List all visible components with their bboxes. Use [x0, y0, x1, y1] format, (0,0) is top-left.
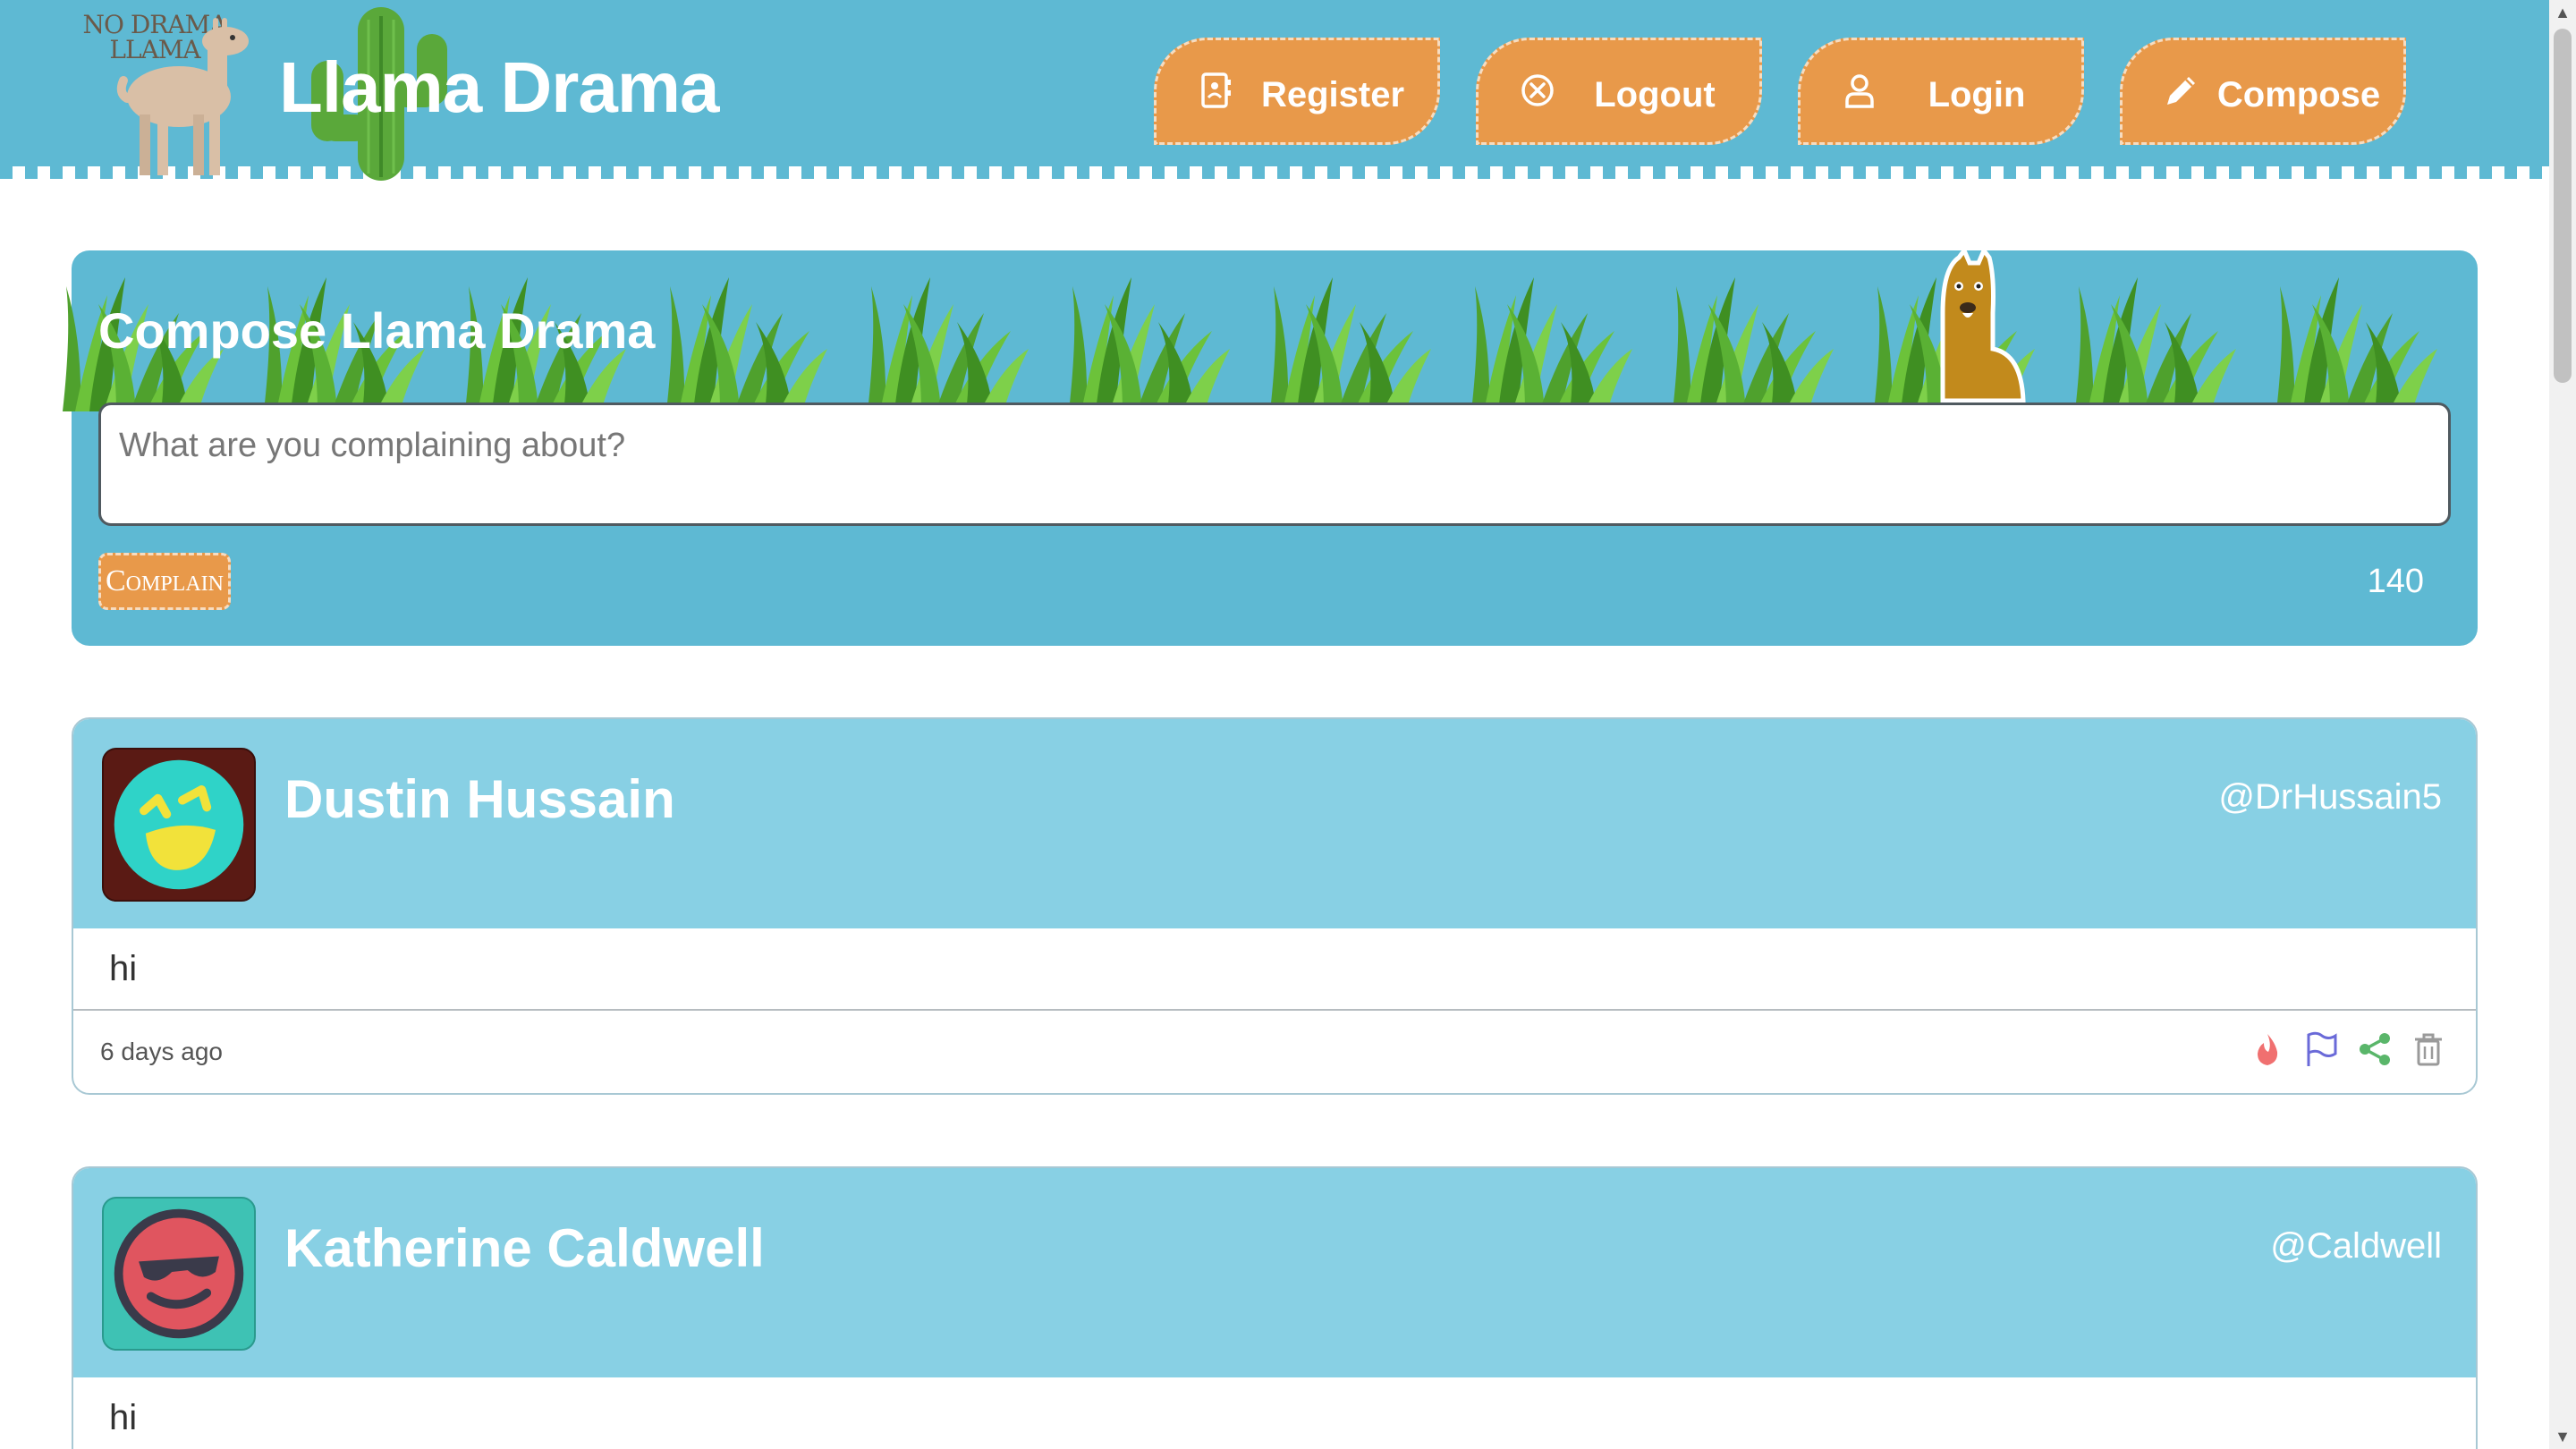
author-handle[interactable]: @DrHussain5 — [2218, 775, 2442, 819]
post-divider — [73, 1009, 2476, 1011]
register-button[interactable]: Register — [1154, 38, 1440, 145]
scrollbar[interactable]: ▲ ▼ — [2549, 0, 2576, 1449]
register-label: Register — [1260, 75, 1405, 114]
laughing-face-icon — [114, 759, 244, 890]
flag-icon[interactable] — [2302, 1030, 2340, 1068]
avatar[interactable] — [102, 1197, 256, 1351]
sunglasses-face-icon — [114, 1208, 244, 1339]
post-card: Katherine Caldwell @Caldwell hi — [72, 1166, 2478, 1449]
post-text: hi — [109, 949, 138, 988]
post-text: hi — [109, 1398, 138, 1437]
login-button[interactable]: Login — [1798, 38, 2084, 145]
complain-button[interactable]: Complain — [98, 553, 231, 610]
trash-icon[interactable] — [2410, 1030, 2447, 1068]
login-label: Login — [1928, 75, 2026, 114]
logout-button[interactable]: Logout — [1476, 38, 1762, 145]
page: NO DRAMA LLAMA Llama Drama Register Logo… — [0, 0, 2549, 1449]
scroll-up-arrow-icon[interactable]: ▲ — [2549, 0, 2576, 25]
close-circle-icon — [1521, 74, 1554, 106]
compose-title: Compose Llama Drama — [98, 302, 656, 359]
fire-icon[interactable] — [2249, 1030, 2286, 1068]
complaint-input[interactable] — [98, 402, 2451, 526]
scroll-down-arrow-icon[interactable]: ▼ — [2549, 1424, 2576, 1449]
scrollbar-thumb[interactable] — [2554, 29, 2572, 383]
pencil-icon — [2167, 77, 2195, 105]
compose-button[interactable]: Compose — [2120, 38, 2406, 145]
author-handle[interactable]: @Caldwell — [2270, 1224, 2442, 1268]
post-actions — [2249, 1030, 2447, 1068]
llama-logo-icon — [116, 18, 249, 175]
share-icon[interactable] — [2356, 1030, 2394, 1068]
character-count: 140 — [2367, 563, 2424, 600]
avatar[interactable] — [102, 748, 256, 902]
author-name[interactable]: Katherine Caldwell — [284, 1213, 765, 1284]
logout-label: Logout — [1594, 75, 1716, 114]
user-icon — [1845, 74, 1874, 108]
brand-title[interactable]: Llama Drama — [279, 45, 719, 131]
compose-label: Compose — [2216, 75, 2381, 114]
author-name[interactable]: Dustin Hussain — [284, 764, 675, 835]
post-timestamp: 6 days ago — [100, 1038, 223, 1065]
address-book-icon — [1201, 72, 1231, 108]
post-card: Dustin Hussain @DrHussain5 hi 6 days ago — [72, 717, 2478, 1095]
llama-peek-icon — [1940, 250, 2026, 402]
